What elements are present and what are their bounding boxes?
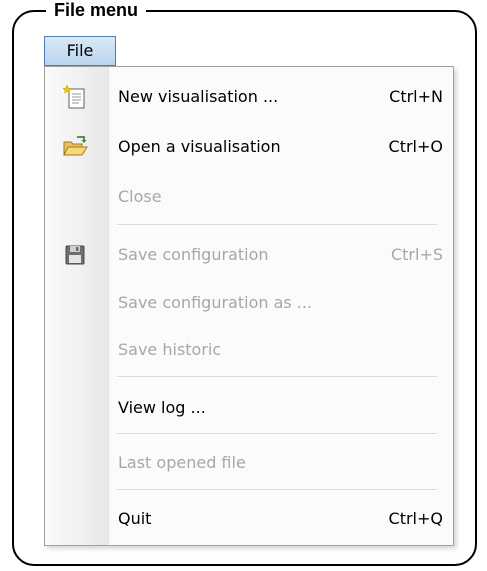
menu-item-shortcut: Ctrl+S [390, 245, 443, 264]
menu-item-label: View log ... [118, 398, 206, 417]
menu-item-label: Save configuration as ... [118, 293, 313, 312]
menu-item-label: New visualisation ... [118, 87, 279, 106]
menu-item-new-visualisation[interactable]: New visualisation ... Ctrl+N [45, 77, 453, 117]
menu-item-shortcut: Ctrl+O [388, 137, 443, 156]
menu-item-quit[interactable]: Quit Ctrl+Q [45, 499, 453, 539]
floppy-disk-icon [62, 242, 88, 268]
menu-separator [117, 433, 437, 435]
open-folder-icon [62, 134, 88, 160]
menu-item-label: Save configuration [118, 245, 269, 264]
menu-item-save-configuration-as[interactable]: Save configuration as ... [45, 283, 453, 323]
menu-separator [117, 224, 437, 226]
menu-separator [117, 376, 437, 378]
menu-item-label: Close [118, 187, 162, 206]
menu-item-shortcut: Ctrl+N [389, 87, 443, 106]
menu-item-last-opened-file[interactable]: Last opened file [45, 443, 453, 483]
menu-item-close[interactable]: Close [45, 177, 453, 217]
menu-item-label: Open a visualisation [118, 137, 281, 156]
menu-item-label: Save historic [118, 340, 222, 359]
frame-title: File menu [46, 1, 147, 19]
file-menu-button[interactable]: File [44, 36, 116, 66]
file-dropdown-menu: New visualisation ... Ctrl+N Open a visu… [44, 66, 454, 546]
new-document-icon [62, 84, 88, 110]
menu-item-view-log[interactable]: View log ... [45, 388, 453, 428]
menu-item-label: Last opened file [118, 453, 246, 472]
menu-separator [117, 489, 437, 491]
menu-item-open-visualisation[interactable]: Open a visualisation Ctrl+O [45, 127, 453, 167]
menu-item-label: Quit [118, 509, 152, 528]
menu-item-shortcut: Ctrl+Q [388, 509, 443, 528]
menu-item-save-historic[interactable]: Save historic [45, 330, 453, 370]
menu-item-save-configuration[interactable]: Save configuration Ctrl+S [45, 235, 453, 275]
